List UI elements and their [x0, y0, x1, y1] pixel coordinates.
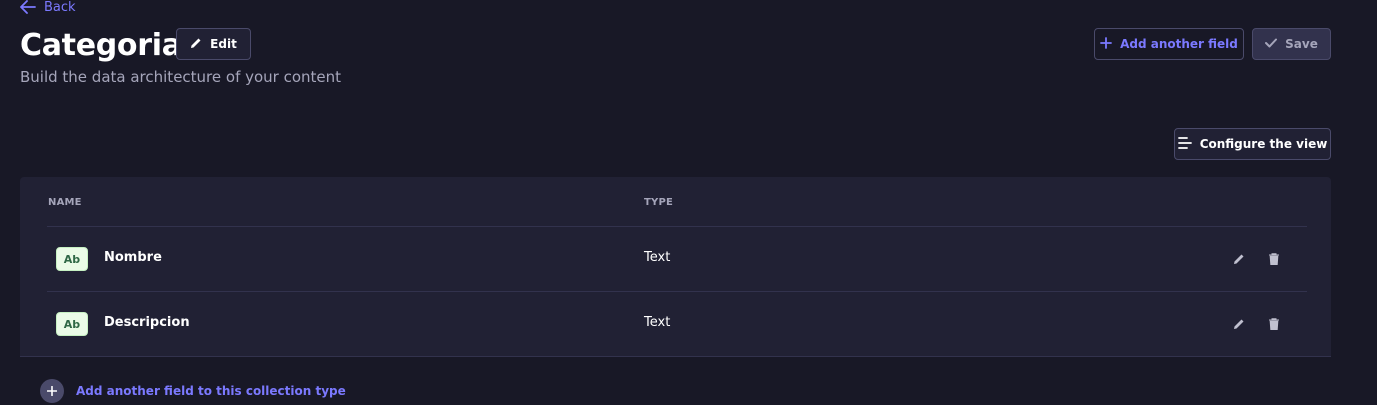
table-footer: Add another field to this collection typ… [20, 356, 1331, 405]
pencil-icon [190, 37, 202, 52]
save-label: Save [1285, 37, 1318, 51]
trash-icon[interactable] [1265, 315, 1283, 333]
check-icon [1265, 37, 1278, 51]
edit-label: Edit [210, 37, 237, 51]
plus-icon [1100, 36, 1113, 52]
column-header-type: TYPE [644, 197, 674, 208]
page-subtitle: Build the data architecture of your cont… [20, 68, 342, 86]
trash-icon[interactable] [1265, 250, 1283, 268]
pencil-icon[interactable] [1230, 250, 1248, 268]
table-row[interactable]: Ab Descripcion Text [47, 291, 1307, 356]
fields-table: NAME TYPE Ab Nombre Text Ab Descripcion … [20, 177, 1331, 405]
field-name: Descripcion [104, 315, 190, 330]
table-row[interactable]: Ab Nombre Text [47, 226, 1307, 291]
text-type-badge: Ab [56, 247, 88, 271]
add-another-field-button[interactable]: Add another field [1094, 28, 1244, 60]
field-name: Nombre [104, 250, 162, 265]
back-label: Back [44, 0, 76, 15]
pencil-icon[interactable] [1230, 315, 1248, 333]
list-settings-icon [1177, 136, 1192, 152]
text-type-badge: Ab [56, 312, 88, 336]
column-header-name: NAME [48, 197, 82, 208]
plus-icon[interactable] [40, 379, 64, 403]
configure-view-button[interactable]: Configure the view [1174, 128, 1331, 160]
add-field-to-collection-link[interactable]: Add another field to this collection typ… [76, 384, 346, 398]
add-another-field-label: Add another field [1120, 37, 1238, 51]
field-type: Text [644, 315, 671, 330]
page-title: Categoria [20, 28, 182, 63]
configure-view-label: Configure the view [1199, 137, 1328, 151]
table-header: NAME TYPE [47, 197, 1307, 227]
back-link[interactable]: Back [20, 0, 76, 17]
field-type: Text [644, 250, 671, 265]
save-button[interactable]: Save [1252, 28, 1331, 60]
content-type-builder-page: Back Categoria Edit Add another field Sa… [0, 0, 1377, 405]
arrow-left-icon [20, 0, 36, 14]
edit-button[interactable]: Edit [176, 28, 251, 60]
